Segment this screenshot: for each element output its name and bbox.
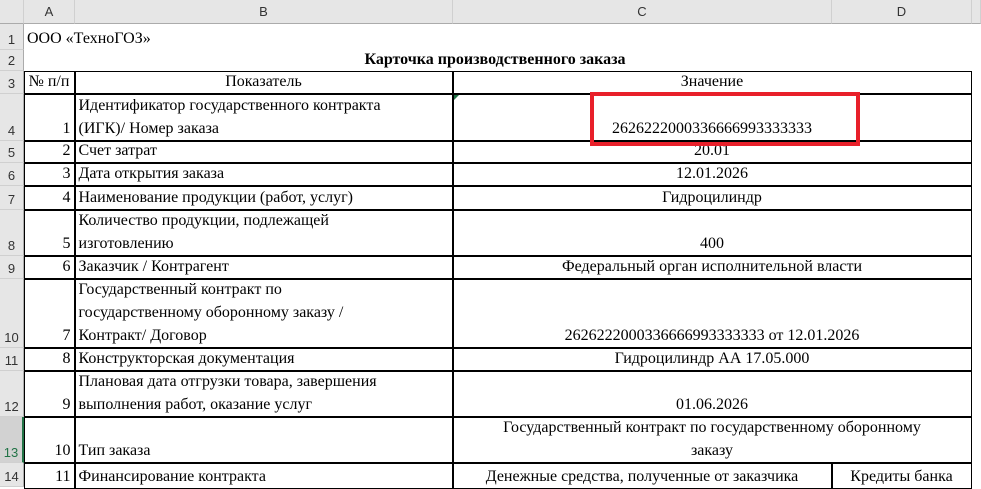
indicator-cell[interactable]: Тип заказа bbox=[74, 416, 453, 463]
num-cell[interactable]: 4 bbox=[23, 185, 75, 210]
column-header-e[interactable] bbox=[972, 0, 981, 24]
indicator-line: (ИГК)/ Номер заказа bbox=[78, 119, 220, 137]
indicator-cell[interactable]: Счет затрат bbox=[74, 140, 453, 163]
indicator-line: изготовлению bbox=[78, 234, 174, 252]
indicator-line: Плановая дата отгрузки товара, завершени… bbox=[78, 372, 377, 390]
value-cell-d[interactable]: Кредиты банка bbox=[831, 462, 972, 489]
num-cell[interactable]: 10 bbox=[23, 416, 75, 463]
indicator-line: Количество продукции, подлежащей bbox=[78, 211, 329, 229]
column-header-c[interactable]: C bbox=[453, 0, 832, 24]
row-header[interactable]: 12 bbox=[0, 371, 24, 417]
num-cell[interactable]: 9 bbox=[23, 370, 75, 417]
header-value-cell[interactable]: Значение bbox=[452, 70, 972, 94]
num-cell[interactable]: 5 bbox=[23, 209, 75, 256]
column-header-d[interactable]: D bbox=[832, 0, 972, 24]
row-header-selected[interactable]: 13 bbox=[0, 417, 24, 463]
num-cell[interactable]: 6 bbox=[23, 255, 75, 279]
column-header-b[interactable]: B bbox=[75, 0, 453, 24]
highlight-box bbox=[590, 92, 860, 146]
indicator-cell[interactable]: Конструкторская документация bbox=[74, 347, 453, 371]
value-line: заказу bbox=[690, 441, 734, 459]
indicator-line: Государственный контракт по bbox=[78, 280, 282, 298]
value-cell[interactable]: 2626222000336666993333333 от 12.01.2026 bbox=[452, 278, 972, 348]
value-cell[interactable]: 01.06.2026 bbox=[452, 370, 972, 417]
card-title-cell[interactable]: Карточка производственного заказа bbox=[75, 48, 915, 71]
num-cell[interactable]: 7 bbox=[23, 278, 75, 348]
column-header-a[interactable]: A bbox=[24, 0, 75, 24]
num-cell[interactable]: 2 bbox=[23, 140, 75, 163]
select-all-corner[interactable] bbox=[0, 0, 24, 24]
num-cell[interactable]: 1 bbox=[23, 93, 75, 141]
num-cell[interactable]: 11 bbox=[23, 462, 75, 489]
row-header[interactable]: 11 bbox=[0, 348, 24, 371]
indicator-cell[interactable]: Идентификатор государственного контракта… bbox=[74, 93, 453, 141]
value-line: Государственный контракт по государствен… bbox=[503, 418, 921, 436]
row-header[interactable]: 10 bbox=[0, 279, 24, 348]
value-cell[interactable]: 400 bbox=[452, 209, 972, 256]
indicator-line: Контракт/ Договор bbox=[78, 326, 207, 344]
error-indicator-icon bbox=[454, 95, 459, 100]
value-cell[interactable]: 12.01.2026 bbox=[452, 162, 972, 186]
value-cell[interactable]: Государственный контракт по государствен… bbox=[452, 416, 972, 463]
indicator-cell[interactable]: Количество продукции, подлежащей изготовл… bbox=[74, 209, 453, 256]
row-header[interactable]: 2 bbox=[0, 50, 24, 71]
indicator-cell[interactable]: Плановая дата отгрузки товара, завершени… bbox=[74, 370, 453, 417]
indicator-line: государственному оборонному заказу / bbox=[78, 303, 344, 321]
header-num-cell[interactable]: № п/п bbox=[23, 70, 75, 94]
indicator-cell[interactable]: Государственный контракт по государственн… bbox=[74, 278, 453, 348]
row-header[interactable]: 4 bbox=[0, 94, 24, 141]
indicator-cell[interactable]: Заказчик / Контрагент bbox=[74, 255, 453, 279]
indicator-line: Идентификатор государственного контракта bbox=[78, 96, 381, 114]
indicator-line: выполнения работ, оказание услуг bbox=[78, 395, 313, 413]
row-header[interactable]: 8 bbox=[0, 210, 24, 256]
row-header[interactable]: 1 bbox=[0, 24, 24, 50]
row-header[interactable]: 3 bbox=[0, 71, 24, 94]
value-cell[interactable]: Гидроцилиндр АА 17.05.000 bbox=[452, 347, 972, 371]
num-cell[interactable]: 3 bbox=[23, 162, 75, 186]
value-cell[interactable]: Федеральный орган исполнительной власти bbox=[452, 255, 972, 279]
row-header[interactable]: 9 bbox=[0, 256, 24, 279]
row-header[interactable]: 5 bbox=[0, 141, 24, 163]
num-cell[interactable]: 8 bbox=[23, 347, 75, 371]
indicator-cell[interactable]: Финансирование контракта bbox=[74, 462, 453, 489]
indicator-cell[interactable]: Дата открытия заказа bbox=[74, 162, 453, 186]
row-header[interactable]: 7 bbox=[0, 186, 24, 210]
company-name-cell[interactable]: ООО «ТехноГОЗ» bbox=[24, 26, 424, 50]
row-header[interactable]: 14 bbox=[0, 463, 24, 487]
value-cell[interactable]: Гидроцилиндр bbox=[452, 185, 972, 210]
indicator-cell[interactable]: Наименование продукции (работ, услуг) bbox=[74, 185, 453, 210]
row-header[interactable]: 6 bbox=[0, 163, 24, 186]
value-cell[interactable]: Денежные средства, полученные от заказчи… bbox=[452, 462, 832, 489]
header-indicator-cell[interactable]: Показатель bbox=[74, 70, 453, 94]
